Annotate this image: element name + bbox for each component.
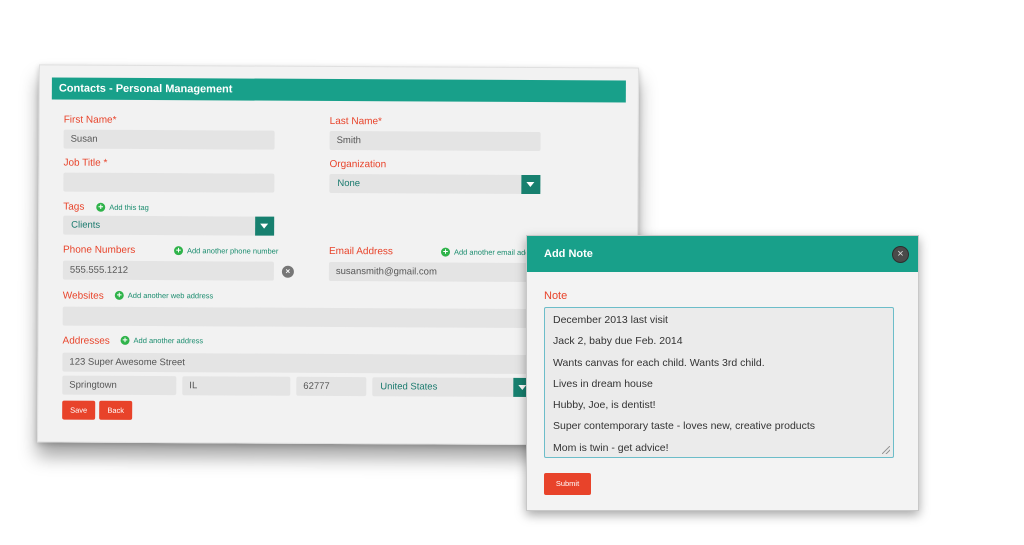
note-line: Hubby, Joe, is dentist!: [553, 399, 656, 412]
country-value: United States: [380, 381, 438, 393]
website-field[interactable]: [62, 306, 533, 329]
add-email-link[interactable]: + Add another email add: [440, 246, 530, 258]
required-marker: *: [378, 116, 382, 128]
email-field[interactable]: susansmith@gmail.com: [328, 261, 539, 283]
note-line: Super contemporary taste - loves new, cr…: [553, 420, 816, 433]
phone-numbers-label: Phone Numbers: [62, 244, 136, 256]
add-address-link-label: Add another address: [133, 335, 204, 346]
plus-circle-icon: +: [173, 245, 184, 256]
plus-circle-icon: +: [96, 201, 106, 212]
addresses-label: Addresses: [62, 335, 110, 347]
add-web-address-link-label: Add another web address: [127, 290, 214, 301]
organization-value: None: [337, 177, 361, 190]
add-address-link[interactable]: + Add another address: [120, 334, 204, 346]
zip-field[interactable]: 62777: [296, 376, 367, 397]
note-textarea[interactable]: December 2013 last visit Jack 2, baby du…: [544, 307, 894, 458]
add-phone-link-label: Add another phone number: [186, 246, 279, 256]
modal-title: Add Note: [527, 236, 918, 272]
tags-value: Clients: [71, 219, 101, 231]
chevron-down-icon[interactable]: [521, 174, 541, 195]
note-line: Lives in dream house: [553, 377, 653, 390]
submit-button[interactable]: Submit: [544, 473, 591, 495]
add-tag-link-label: Add this tag: [109, 202, 149, 213]
phone-field[interactable]: 555.555.1212: [62, 260, 274, 281]
resize-grip-icon[interactable]: [882, 446, 890, 454]
save-button[interactable]: Save: [62, 400, 96, 420]
plus-circle-icon: +: [440, 246, 451, 257]
required-marker: *: [100, 157, 108, 169]
tags-select[interactable]: Clients: [63, 215, 275, 236]
city-field[interactable]: Springtown: [62, 375, 177, 396]
note-line: Jack 2, baby due Feb. 2014: [553, 335, 683, 348]
first-name-label: First Name*: [63, 114, 117, 126]
job-title-label: Job Title *: [63, 157, 108, 169]
stage: Contacts - Personal Management First Nam…: [0, 0, 1024, 545]
note-line: December 2013 last visit: [553, 314, 668, 326]
tags-label: Tags: [63, 201, 85, 213]
plus-circle-icon: +: [114, 289, 124, 300]
add-web-address-link[interactable]: + Add another web address: [114, 289, 214, 301]
first-name-field[interactable]: Susan: [63, 129, 275, 150]
note-line: Wants canvas for each child. Wants 3rd c…: [553, 356, 765, 369]
close-icon[interactable]: ×: [892, 246, 909, 263]
email-address-label: Email Address: [328, 245, 393, 258]
add-tag-link[interactable]: + Add this tag: [96, 201, 149, 213]
add-note-modal: Add Note × Note December 2013 last visit…: [526, 235, 919, 511]
required-marker: *: [112, 114, 117, 126]
country-select[interactable]: United States: [372, 377, 533, 398]
note-line: Mom is twin - get advice!: [553, 441, 669, 454]
add-phone-link[interactable]: + Add another phone number: [173, 245, 279, 256]
back-button[interactable]: Back: [99, 400, 133, 420]
plus-circle-icon: +: [120, 334, 130, 345]
organization-select[interactable]: None: [329, 173, 541, 195]
job-title-field[interactable]: [63, 172, 275, 193]
note-label: Note: [544, 290, 568, 302]
card-header-title: Contacts - Personal Management: [51, 77, 626, 103]
remove-phone-icon[interactable]: ×: [281, 265, 294, 278]
chevron-down-icon[interactable]: [255, 216, 275, 236]
last-name-field[interactable]: Smith: [329, 130, 541, 152]
state-field[interactable]: IL: [182, 376, 291, 396]
organization-label: Organization: [329, 158, 387, 171]
street-field[interactable]: 123 Super Awesome Street: [62, 352, 533, 375]
last-name-label: Last Name*: [329, 115, 382, 128]
add-email-link-label: Add another email add: [453, 247, 530, 258]
websites-label: Websites: [62, 290, 104, 302]
